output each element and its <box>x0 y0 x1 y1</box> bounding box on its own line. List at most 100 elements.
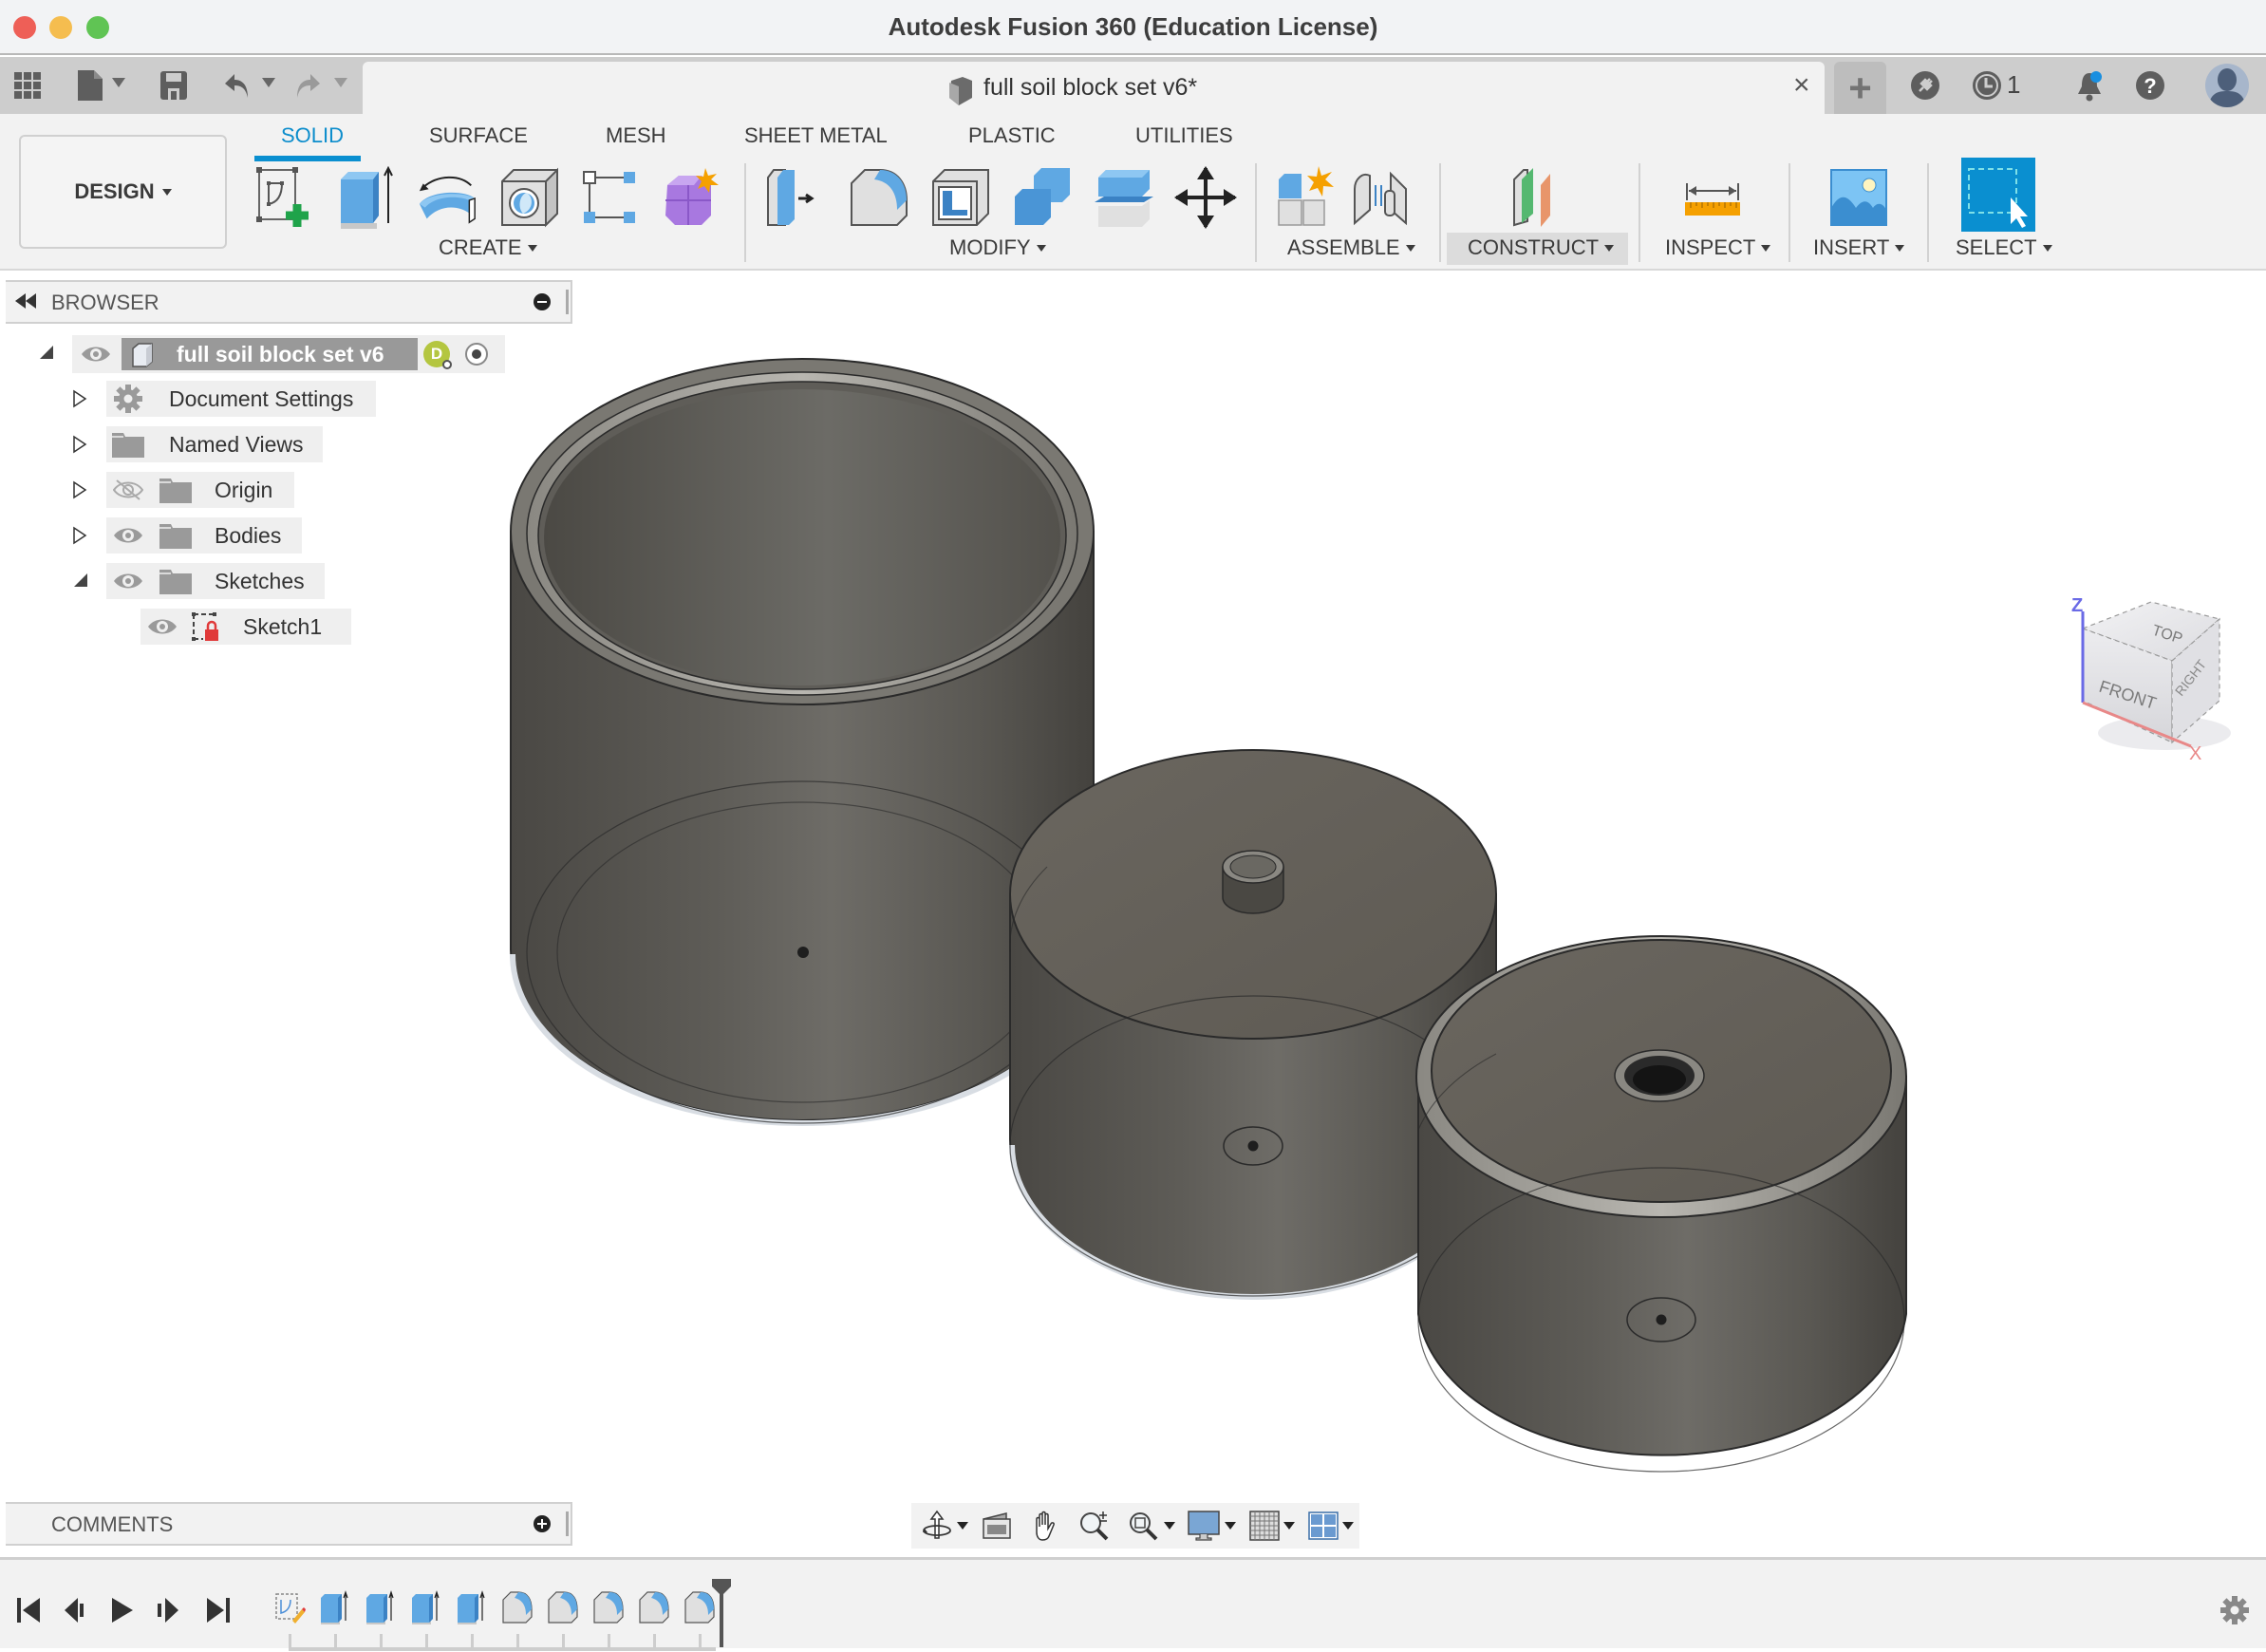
create-form-button[interactable] <box>657 163 721 232</box>
visibility-eye-icon[interactable] <box>146 617 178 636</box>
pan-button[interactable] <box>1029 1503 1061 1549</box>
browser-item-bodies[interactable]: Bodies <box>106 517 302 554</box>
visibility-eye-icon[interactable] <box>112 526 144 545</box>
browser-item-sketch1[interactable]: Sketch1 <box>140 609 351 645</box>
sketches-expander[interactable] <box>72 572 89 593</box>
job-status-icon[interactable] <box>1971 68 2003 103</box>
soil-block-body-large[interactable] <box>510 358 1095 1126</box>
save-icon[interactable] <box>159 68 188 103</box>
timeline-previous-button[interactable] <box>63 1596 87 1624</box>
help-icon[interactable]: ? <box>2134 68 2166 103</box>
timeline-feature-extrude[interactable] <box>319 1588 351 1626</box>
inspect-menu[interactable]: INSPECT <box>1665 235 1771 260</box>
timeline-feature-extrude[interactable] <box>365 1588 397 1626</box>
zoom-caret[interactable] <box>1164 1522 1175 1530</box>
timeline-first-button[interactable] <box>17 1596 42 1624</box>
orbit-button[interactable] <box>921 1503 953 1549</box>
new-tab-button[interactable]: + <box>1834 62 1886 114</box>
create-sketch-button[interactable] <box>254 163 319 232</box>
hole-button[interactable] <box>497 163 562 232</box>
viewports-caret[interactable] <box>1342 1522 1354 1530</box>
shell-button[interactable] <box>928 163 993 232</box>
construct-menu[interactable]: CONSTRUCT <box>1468 235 1615 260</box>
revolve-button[interactable] <box>416 163 480 232</box>
browser-item-origin[interactable]: Origin <box>106 472 294 508</box>
extrude-button[interactable] <box>334 163 399 232</box>
apps-grid-icon[interactable] <box>13 68 42 103</box>
undo-icon[interactable] <box>222 68 253 103</box>
display-settings-caret[interactable] <box>1225 1522 1236 1530</box>
browser-item-named-views[interactable]: Named Views <box>106 426 323 462</box>
orbit-caret[interactable] <box>957 1522 968 1530</box>
workspace-switcher[interactable]: DESIGN <box>19 135 227 249</box>
root-expander[interactable] <box>38 344 55 366</box>
timeline-play-button[interactable] <box>110 1596 135 1624</box>
file-menu-caret[interactable] <box>112 78 125 87</box>
browser-item-sketches[interactable]: Sketches <box>106 563 325 599</box>
document-settings-expander[interactable] <box>72 389 87 413</box>
soil-block-body-small[interactable] <box>1415 935 1907 1473</box>
timeline-feature-fillet[interactable] <box>684 1588 716 1626</box>
create-menu[interactable]: CREATE <box>439 235 537 260</box>
select-menu[interactable]: SELECT <box>1956 235 2052 260</box>
timeline-last-button[interactable] <box>205 1596 230 1624</box>
timeline-next-button[interactable] <box>156 1596 180 1624</box>
viewcube[interactable]: TOP FRONT RIGHT Z X <box>2069 591 2240 764</box>
insert-menu[interactable]: INSERT <box>1813 235 1905 260</box>
plug-icon[interactable] <box>1910 68 1940 103</box>
panel-resize-handle[interactable] <box>566 290 569 314</box>
viewports-button[interactable] <box>1308 1503 1339 1549</box>
tab-sheet-metal[interactable]: SHEET METAL <box>744 123 888 148</box>
fillet-button[interactable] <box>847 163 911 232</box>
look-at-button[interactable] <box>982 1503 1012 1549</box>
grid-settings-button[interactable] <box>1249 1503 1280 1549</box>
close-tab-button[interactable]: × <box>1793 71 1810 100</box>
tab-mesh[interactable]: MESH <box>606 123 666 148</box>
activate-radio-button[interactable] <box>465 343 488 366</box>
timeline-marker-handle[interactable] <box>712 1579 731 1647</box>
timeline-settings-gear-icon[interactable] <box>2219 1595 2250 1625</box>
tab-surface[interactable]: SURFACE <box>429 123 528 148</box>
hidden-eye-icon[interactable] <box>112 479 144 500</box>
timeline-feature-fillet[interactable] <box>501 1588 534 1626</box>
fit-button[interactable] <box>1128 1503 1160 1549</box>
tab-utilities[interactable]: UTILITIES <box>1135 123 1233 148</box>
visibility-eye-icon[interactable] <box>80 345 112 364</box>
user-avatar[interactable] <box>2204 63 2250 108</box>
notifications-icon[interactable] <box>2073 68 2106 103</box>
model-canvas[interactable] <box>0 272 2266 1554</box>
browser-root-item[interactable]: full soil block set v6 D <box>72 335 505 373</box>
offset-plane-button[interactable] <box>1508 163 1572 232</box>
timeline-feature-extrude[interactable] <box>456 1588 488 1626</box>
collapse-panel-icon[interactable] <box>15 293 36 313</box>
press-pull-button[interactable] <box>763 163 828 232</box>
window-select-button[interactable] <box>1961 158 2035 232</box>
timeline-feature-fillet[interactable] <box>547 1588 579 1626</box>
file-menu-icon[interactable] <box>76 68 104 103</box>
bodies-expander[interactable] <box>72 526 87 550</box>
zoom-button[interactable] <box>1078 1503 1111 1549</box>
undo-caret[interactable] <box>262 78 275 87</box>
combine-button[interactable] <box>1010 163 1075 232</box>
document-tab[interactable]: full soil block set v6* × <box>363 62 1825 114</box>
named-views-expander[interactable] <box>72 435 87 459</box>
display-settings-button[interactable] <box>1187 1503 1221 1549</box>
insert-image-button[interactable] <box>1826 163 1891 232</box>
move-copy-button[interactable] <box>1173 163 1238 232</box>
split-body-button[interactable] <box>1092 163 1156 232</box>
add-comment-button[interactable] <box>534 1515 551 1532</box>
modify-menu[interactable]: MODIFY <box>949 235 1046 260</box>
timeline-feature-fillet[interactable] <box>592 1588 625 1626</box>
3d-viewport[interactable]: TOP FRONT RIGHT Z X <box>0 272 2266 1554</box>
grid-caret[interactable] <box>1283 1522 1295 1530</box>
new-component-button[interactable] <box>1274 163 1339 232</box>
assemble-menu[interactable]: ASSEMBLE <box>1287 235 1415 260</box>
browser-minimize-button[interactable] <box>534 293 551 310</box>
joint-button[interactable] <box>1348 163 1413 232</box>
visibility-eye-icon[interactable] <box>112 572 144 591</box>
pattern-button[interactable] <box>577 163 642 232</box>
browser-item-document-settings[interactable]: Document Settings <box>106 381 376 417</box>
panel-resize-handle[interactable] <box>566 1511 569 1536</box>
origin-expander[interactable] <box>72 480 87 504</box>
redo-caret[interactable] <box>334 78 347 87</box>
